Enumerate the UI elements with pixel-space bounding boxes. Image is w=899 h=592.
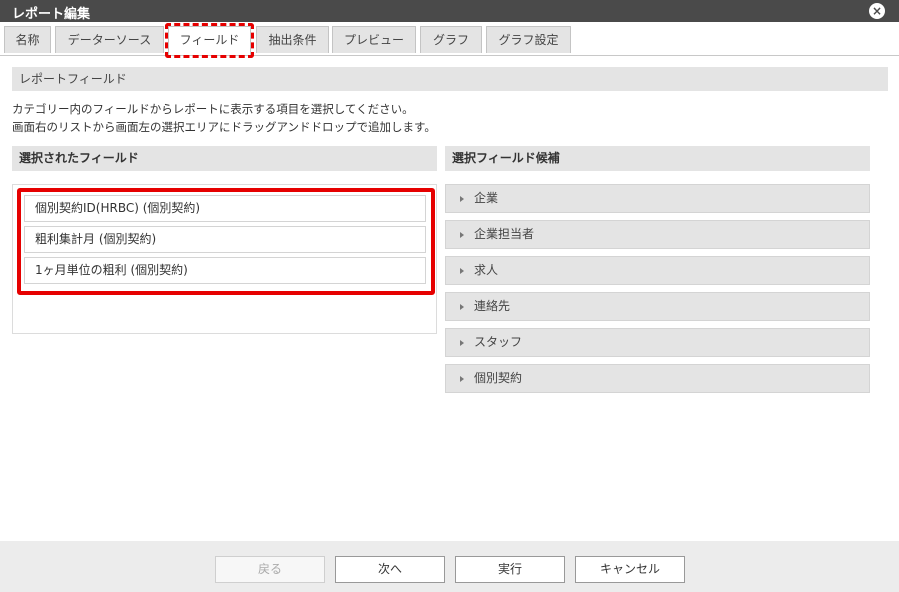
candidate-category-label: 企業	[474, 191, 499, 205]
tab-graph-settings[interactable]: グラフ設定	[486, 26, 571, 53]
close-icon[interactable]: ×	[869, 3, 885, 19]
candidate-category-contract[interactable]: 個別契約	[445, 364, 870, 393]
caret-right-icon	[460, 303, 464, 310]
caret-right-icon	[460, 267, 464, 274]
footer-bar	[0, 541, 899, 592]
candidate-category-label: 連絡先	[474, 299, 511, 313]
selected-field-item[interactable]: 1ヶ月単位の粗利 (個別契約)	[24, 257, 426, 284]
window-title: レポート編集	[12, 7, 91, 22]
caret-right-icon	[460, 195, 464, 202]
candidate-category-label: 企業担当者	[474, 227, 535, 241]
candidate-fields-heading: 選択フィールド候補	[445, 146, 870, 171]
candidate-category-job[interactable]: 求人	[445, 256, 870, 285]
tab-condition[interactable]: 抽出条件	[256, 26, 329, 53]
caret-right-icon	[460, 375, 464, 382]
tab-field[interactable]: フィールド	[168, 26, 251, 55]
tab-preview[interactable]: プレビュー	[332, 26, 416, 53]
candidate-category-label: スタッフ	[474, 335, 523, 349]
tab-datasource[interactable]: データーソース	[55, 26, 164, 53]
cancel-button[interactable]: キャンセル	[575, 556, 685, 583]
candidate-category-label: 求人	[474, 263, 499, 277]
candidate-category-staff[interactable]: スタッフ	[445, 328, 870, 357]
selected-fields-heading: 選択されたフィールド	[12, 146, 437, 171]
next-button[interactable]: 次へ	[335, 556, 445, 583]
candidate-category-company-contact[interactable]: 企業担当者	[445, 220, 870, 249]
tab-name[interactable]: 名称	[4, 26, 51, 53]
description-line-2: 画面右のリストから画面左の選択エリアにドラッグアンドドロップで追加します。	[12, 120, 436, 134]
description-line-1: カテゴリー内のフィールドからレポートに表示する項目を選択してください。	[12, 102, 414, 116]
caret-right-icon	[460, 339, 464, 346]
caret-right-icon	[460, 231, 464, 238]
candidate-category-label: 個別契約	[474, 371, 523, 385]
section-description: カテゴリー内のフィールドからレポートに表示する項目を選択してください。 画面右の…	[12, 100, 882, 136]
section-title: レポートフィールド	[12, 67, 888, 91]
tab-graph[interactable]: グラフ	[420, 26, 482, 53]
selected-field-item[interactable]: 粗利集計月 (個別契約)	[24, 226, 426, 253]
title-bar: レポート編集 ×	[0, 0, 899, 22]
candidate-category-company[interactable]: 企業	[445, 184, 870, 213]
selected-field-item[interactable]: 個別契約ID(HRBC) (個別契約)	[24, 195, 426, 222]
run-button[interactable]: 実行	[455, 556, 565, 583]
tab-bar: 名称 データーソース フィールド 抽出条件 プレビュー グラフ グラフ設定	[0, 22, 899, 56]
back-button[interactable]: 戻る	[215, 556, 325, 583]
candidate-category-contact[interactable]: 連絡先	[445, 292, 870, 321]
